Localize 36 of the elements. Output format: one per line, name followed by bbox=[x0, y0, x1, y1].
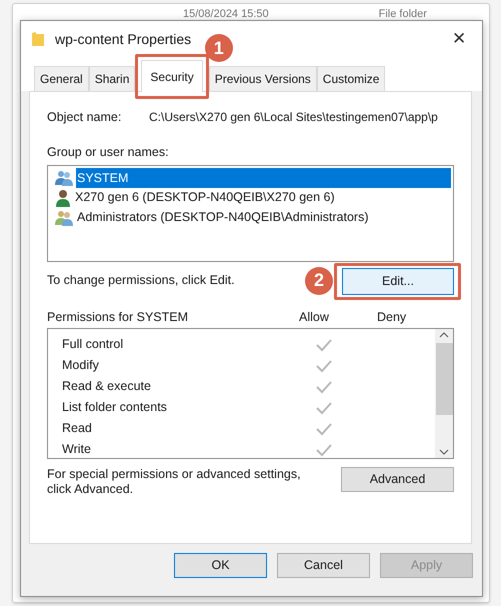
permission-name: Write bbox=[62, 441, 92, 458]
edit-button[interactable]: Edit... bbox=[342, 268, 454, 294]
permission-name: Modify bbox=[62, 357, 100, 374]
permission-name: Read bbox=[62, 420, 93, 438]
window-title: wp-content Properties bbox=[55, 30, 192, 49]
object-name-value: C:\Users\X270 gen 6\Local Sites\testingemen07\app\p bbox=[149, 109, 438, 126]
user-icon bbox=[55, 188, 71, 206]
type-text: File folder bbox=[378, 7, 427, 22]
date-text: 15/08/2024 15:50 bbox=[183, 7, 269, 22]
user-item[interactable]: Administrators (DESKTOP-N40QEIB\Administrators) bbox=[50, 208, 451, 228]
advanced-button[interactable]: Advanced bbox=[341, 467, 454, 492]
tab[interactable]: Customize bbox=[316, 66, 386, 91]
tab[interactable]: Sharin bbox=[88, 66, 136, 91]
users-label: Group or user names: bbox=[47, 144, 170, 161]
scrollbar-thumb[interactable] bbox=[436, 342, 452, 415]
allow-header: Allow bbox=[299, 308, 330, 326]
dialog-button[interactable]: Cancel bbox=[277, 553, 370, 578]
scrollbar[interactable] bbox=[435, 329, 453, 458]
object-name-label: Object name: bbox=[47, 109, 122, 126]
tab[interactable]: General bbox=[34, 66, 89, 91]
folder-icon bbox=[31, 31, 45, 47]
users-icon bbox=[55, 210, 73, 226]
dialog-button[interactable]: OK bbox=[174, 553, 267, 578]
user-item[interactable]: X270 gen 6 (DESKTOP-N40QEIB\X270 gen 6) bbox=[50, 188, 451, 208]
permissions-label: Permissions for SYSTEM bbox=[47, 308, 190, 326]
close-button[interactable]: ✕ bbox=[446, 26, 472, 52]
permission-name: Full control bbox=[62, 336, 124, 354]
advanced-hint: For special permissions or advanced settings, click Advanced. bbox=[47, 467, 302, 498]
tab[interactable]: Security bbox=[141, 60, 203, 92]
users-icon bbox=[55, 170, 73, 186]
step-badge: 2 bbox=[305, 266, 333, 294]
change-hint: To change permissions, click Edit. bbox=[47, 272, 235, 289]
deny-header: Deny bbox=[377, 308, 406, 326]
tab[interactable]: Previous Versions bbox=[208, 66, 317, 91]
permission-name: List folder contents bbox=[62, 399, 168, 416]
permission-name: Read & execute bbox=[62, 378, 152, 396]
